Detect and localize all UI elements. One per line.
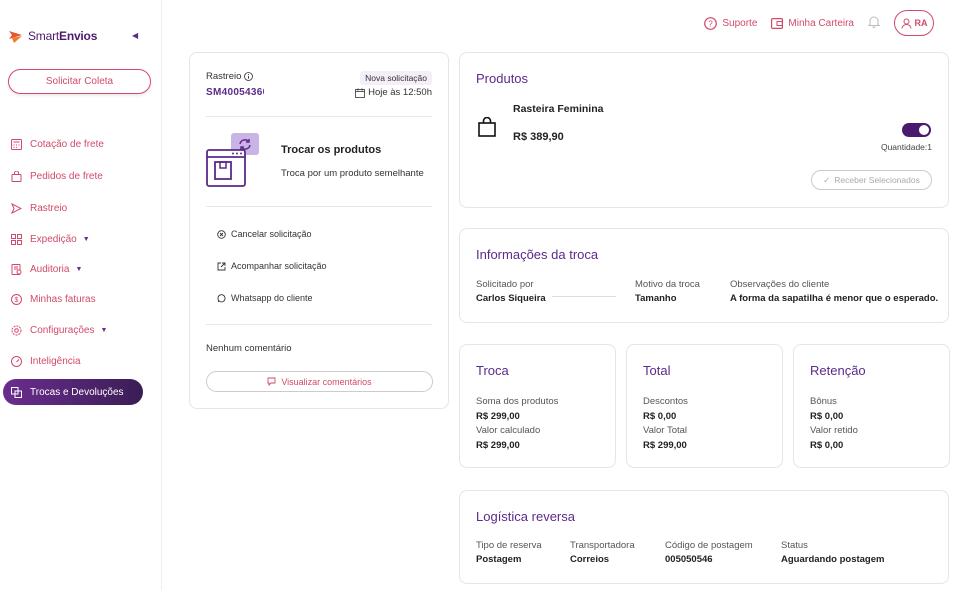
request-date: Hoje às 12:50h — [355, 87, 432, 98]
view-comments-button[interactable]: Visualizar comentários — [206, 371, 433, 392]
avatar-initials: RA — [914, 18, 928, 28]
calendar-icon — [355, 88, 365, 98]
summary-title: Total — [643, 363, 671, 378]
no-comment-text: Nenhum comentário — [206, 343, 292, 354]
wallet-icon — [771, 17, 784, 29]
sidebar-item-label: Configurações — [30, 324, 95, 336]
reverse-logistics-card: Logística reversa Tipo de reserva Postag… — [459, 490, 949, 584]
check-icon: ✓ — [823, 174, 831, 185]
summary-title: Troca — [476, 363, 509, 378]
sidebar-item-label: Rastreio — [30, 202, 68, 214]
sidebar-item-label: Inteligência — [30, 355, 81, 367]
rastreio-label: Rastreio — [206, 71, 254, 82]
wallet-link[interactable]: Minha Carteira — [771, 18, 854, 29]
status-badge: Nova solicitação — [360, 71, 432, 85]
brand-logo[interactable]: SmartEnvios — [8, 28, 97, 44]
sidebar-item-rastreio[interactable]: Rastreio — [0, 192, 162, 224]
divider — [206, 116, 432, 117]
carrier-field: Transportadora Correios — [570, 540, 635, 565]
send-icon — [10, 202, 22, 214]
sidebar-item-expedicao[interactable]: Expedição ▼ — [0, 224, 162, 254]
user-icon — [901, 18, 911, 29]
sidebar-item-faturas[interactable]: $ Minhas faturas — [0, 284, 162, 314]
whatsapp-icon — [217, 293, 226, 302]
comment-icon — [267, 377, 276, 386]
cancel-icon — [217, 229, 226, 239]
support-link[interactable]: ? Suporte — [704, 16, 758, 30]
external-link-icon — [217, 262, 226, 270]
product-select-toggle[interactable] — [902, 123, 931, 137]
reservation-type-field: Tipo de reserva Postagem — [476, 540, 542, 565]
receive-selected-button[interactable]: ✓ Receber Selecionados — [811, 170, 932, 190]
caret-down-icon: ▼ — [75, 265, 83, 273]
exchange-products-icon — [206, 133, 259, 187]
collapse-sidebar-icon[interactable]: ◀ — [132, 31, 142, 41]
option-subtitle: Troca por um produto semelhante — [281, 168, 424, 179]
logo-mark-icon — [9, 31, 22, 43]
divider — [552, 296, 616, 297]
product-name: Rasteira Feminina — [513, 103, 604, 115]
calculator-icon — [10, 138, 22, 150]
sidebar-item-label: Pedidos de frete — [30, 170, 103, 182]
sidebar-item-cotacao[interactable]: Cotação de frete — [0, 128, 162, 160]
client-notes-field: Observações do cliente A forma da sapati… — [730, 279, 939, 304]
topbar: ? Suporte Minha Carteira RA — [704, 10, 934, 36]
products-title: Produtos — [476, 71, 529, 86]
bag-icon — [10, 170, 22, 182]
svg-text:?: ? — [709, 19, 714, 28]
sidebar-item-label: Expedição — [30, 233, 77, 245]
gauge-icon — [10, 355, 22, 367]
logistics-title: Logística reversa — [476, 509, 575, 524]
divider — [206, 206, 432, 207]
product-price: R$ 389,90 — [513, 131, 564, 143]
requested-by-field: Solicitado por Carlos Siqueira — [476, 279, 546, 304]
option-title: Trocar os produtos — [281, 144, 382, 156]
status-field: Status Aguardando postagem — [781, 540, 885, 565]
sidebar-item-configuracoes[interactable]: Configurações ▼ — [0, 314, 162, 346]
solicitar-coleta-button[interactable]: Solicitar Coleta — [8, 69, 151, 94]
user-avatar[interactable]: RA — [894, 10, 934, 36]
sidebar-item-inteligencia[interactable]: Inteligência — [0, 346, 162, 376]
cancel-request-link[interactable]: Cancelar solicitação — [217, 229, 312, 239]
posting-code-field: Código de postagem 005050546 — [665, 540, 753, 565]
whatsapp-client-link[interactable]: Whatsapp do cliente — [217, 293, 313, 303]
dollar-icon: $ — [10, 293, 22, 305]
request-card: Rastreio SM40054360 Nova solicitação Hoj… — [189, 52, 449, 409]
sidebar-item-label: Auditoria — [30, 263, 70, 275]
total-summary-card: Total Descontos R$ 0,00 Valor Total R$ 2… — [626, 344, 783, 468]
svg-text:$: $ — [14, 297, 18, 304]
exchange-info-card: Informações da troca Solicitado por Carl… — [459, 228, 949, 323]
audit-icon — [10, 263, 22, 275]
sidebar-item-auditoria[interactable]: Auditoria ▼ — [0, 254, 162, 284]
info-icon[interactable] — [244, 72, 254, 81]
retention-summary-card: Retenção Bônus R$ 0,00 Valor retido R$ 0… — [793, 344, 950, 468]
divider — [206, 324, 432, 325]
track-request-link[interactable]: Acompanhar solicitação — [217, 261, 327, 271]
sidebar-item-label: Minhas faturas — [30, 293, 96, 305]
gear-icon — [10, 324, 22, 336]
sidebar-item-pedidos[interactable]: Pedidos de frete — [0, 160, 162, 192]
sidebar: SmartEnvios ◀ Solicitar Coleta Cotação d… — [0, 0, 162, 590]
shopping-bag-icon — [478, 117, 496, 137]
brand-name: SmartEnvios — [28, 29, 98, 43]
bell-icon[interactable] — [867, 15, 881, 31]
troca-summary-card: Troca Soma dos produtos R$ 299,00 Valor … — [459, 344, 616, 468]
products-card: Produtos Rasteira Feminina R$ 389,90 Qua… — [459, 52, 949, 208]
support-label: Suporte — [722, 17, 758, 29]
help-circle-icon: ? — [704, 16, 718, 30]
sidebar-item-trocas-devolucoes[interactable]: Trocas e Devoluções — [3, 379, 143, 405]
product-quantity: Quantidade:1 — [880, 142, 932, 152]
rastreio-code[interactable]: SM40054360 — [206, 87, 264, 98]
swap-icon — [10, 386, 22, 398]
reason-field: Motivo da troca Tamanho — [635, 279, 700, 304]
sidebar-item-label: Trocas e Devoluções — [30, 386, 124, 398]
exchange-info-title: Informações da troca — [476, 247, 599, 262]
sidebar-nav: Cotação de frete Pedidos de frete Rastre… — [0, 128, 162, 405]
caret-down-icon: ▼ — [100, 326, 108, 334]
wallet-label: Minha Carteira — [788, 17, 854, 29]
caret-down-icon: ▼ — [82, 235, 90, 243]
summary-title: Retenção — [810, 363, 866, 378]
sidebar-item-label: Cotação de frete — [30, 138, 104, 150]
grid-icon — [10, 233, 22, 245]
